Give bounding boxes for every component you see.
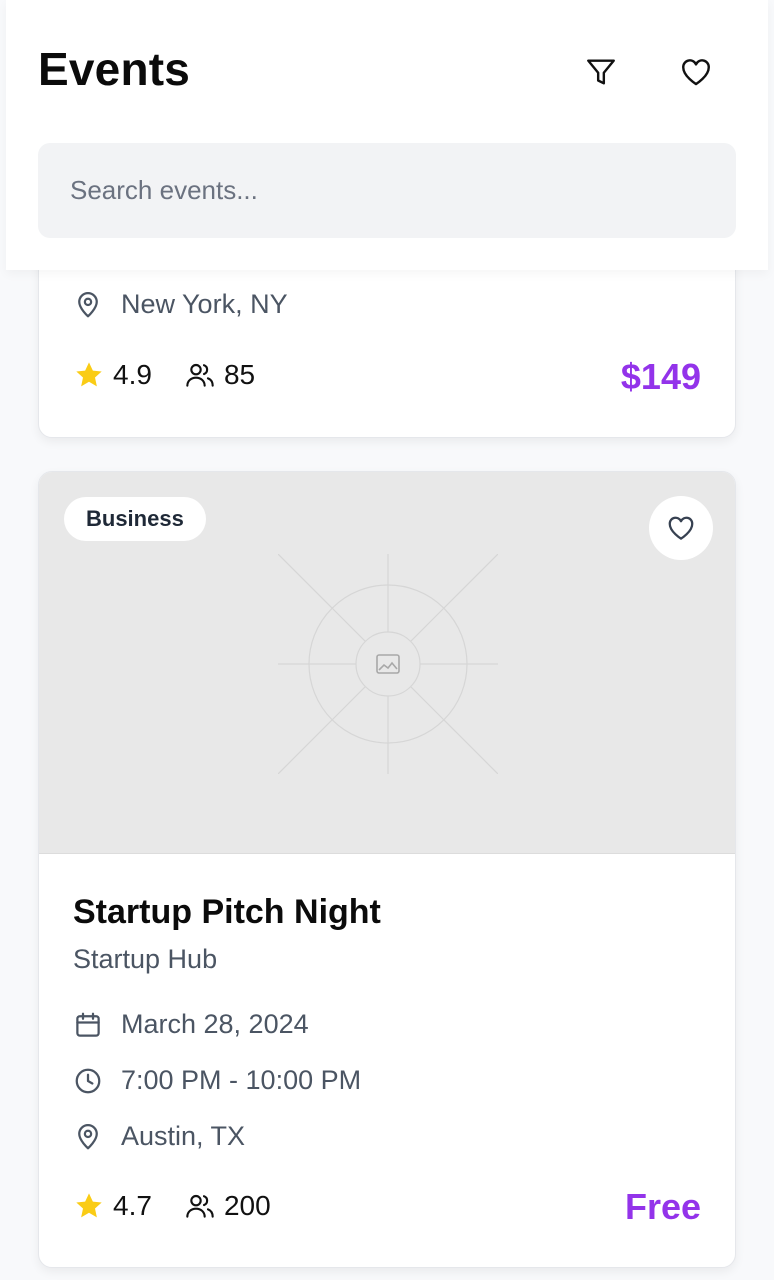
heart-icon xyxy=(668,516,694,540)
rating: 4.7 xyxy=(73,1190,152,1222)
time-text: 7:00 PM - 10:00 PM xyxy=(121,1065,362,1095)
heart-icon xyxy=(682,59,710,86)
star-icon xyxy=(76,362,102,387)
event-card[interactable]: Business Startup Pitch Night Startup Hub… xyxy=(38,471,736,1268)
map-pin-icon xyxy=(78,1123,98,1149)
attendees-count: 200 xyxy=(223,1190,271,1221)
location-row: New York, NY xyxy=(73,289,288,320)
filter-button[interactable] xyxy=(581,52,621,92)
calendar-icon xyxy=(76,1012,100,1037)
filter-icon xyxy=(587,59,615,85)
date-row: March 28, 2024 xyxy=(73,1009,309,1040)
attendees-count: 85 xyxy=(223,359,256,390)
rating-value: 4.7 xyxy=(113,1190,152,1221)
location-text: Austin, TX xyxy=(121,1121,246,1151)
users-icon xyxy=(186,363,214,387)
clock-icon xyxy=(75,1068,101,1093)
search-input[interactable] xyxy=(38,143,736,238)
map-pin-icon xyxy=(78,291,98,317)
stats-row: 4.7 200 xyxy=(73,1190,303,1222)
price: $149 xyxy=(620,356,701,397)
favorites-button[interactable] xyxy=(676,52,716,92)
page-title: Events xyxy=(38,43,191,95)
image-placeholder-icon xyxy=(278,554,498,774)
event-title: Startup Pitch Night xyxy=(73,893,381,931)
app-header: Events xyxy=(6,0,768,270)
stats-row: 4.9 85 xyxy=(73,359,287,391)
location-row: Austin, TX xyxy=(73,1121,245,1152)
category-badge: Business xyxy=(64,497,206,541)
date-text: March 28, 2024 xyxy=(121,1009,309,1039)
favorite-button[interactable] xyxy=(649,496,713,560)
time-row: 7:00 PM - 10:00 PM xyxy=(73,1065,361,1096)
users-icon xyxy=(186,1194,214,1218)
price: Free xyxy=(624,1186,701,1227)
location-text: New York, NY xyxy=(121,289,288,319)
attendees: 200 xyxy=(184,1190,271,1222)
event-image-placeholder: Business xyxy=(39,472,735,854)
rating-value: 4.9 xyxy=(113,359,152,390)
rating: 4.9 xyxy=(73,359,152,391)
events-screen: New York, NY 4.9 85 $149 Business Startu… xyxy=(0,0,774,1280)
attendees: 85 xyxy=(184,359,255,391)
event-organizer: Startup Hub xyxy=(73,944,218,974)
star-icon xyxy=(76,1193,102,1218)
